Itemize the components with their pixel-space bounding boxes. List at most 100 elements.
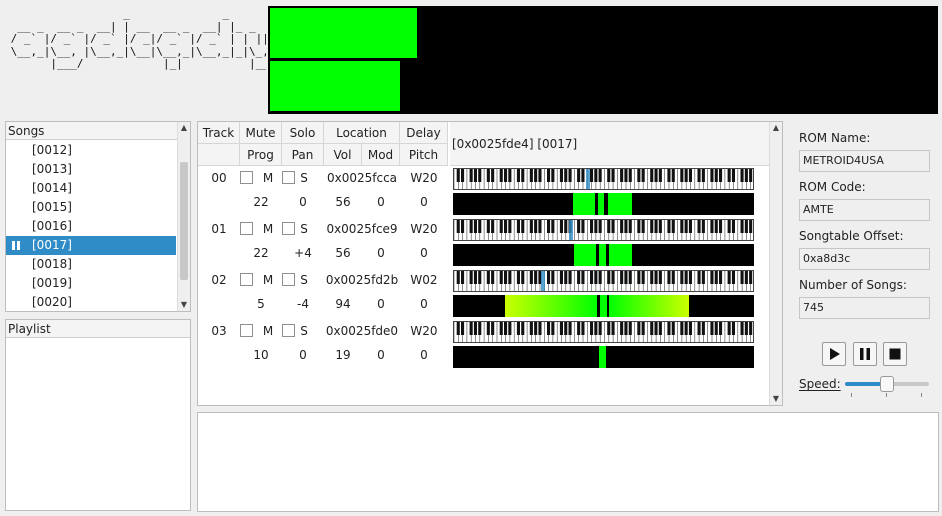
song-list-item[interactable]: [0020] bbox=[6, 293, 176, 312]
col-mod: Mod bbox=[362, 144, 400, 166]
rom-code-field[interactable]: AMTE bbox=[799, 199, 930, 221]
level-segment bbox=[599, 244, 606, 266]
track-mod: 0 bbox=[377, 246, 385, 260]
song-label: [0017] bbox=[32, 238, 72, 252]
track-pan: 0 bbox=[299, 348, 307, 362]
song-count-label: Number of Songs: bbox=[799, 278, 907, 292]
songtable-offset-field[interactable]: 0xa8d3c bbox=[799, 248, 930, 270]
tracker-scrollbar[interactable]: ▲ ▼ bbox=[769, 122, 782, 405]
track-level-meter bbox=[453, 193, 754, 215]
song-label: [0012] bbox=[32, 143, 72, 157]
level-segment bbox=[608, 193, 632, 215]
song-list-item[interactable]: [0014] bbox=[6, 179, 176, 198]
play-icon bbox=[830, 348, 840, 360]
track-number: 00 bbox=[211, 171, 227, 185]
track-mod: 0 bbox=[377, 348, 385, 362]
track-pitch: 0 bbox=[420, 195, 428, 209]
track-pan: 0 bbox=[299, 195, 307, 209]
song-label: [0020] bbox=[32, 295, 72, 309]
app-logo: _ _ __ _ __ _ __| | __ __ _ __| |_ _ _ /… bbox=[10, 8, 266, 70]
level-segment bbox=[599, 346, 606, 368]
song-label: [0018] bbox=[32, 257, 72, 271]
solo-checkbox[interactable] bbox=[282, 273, 295, 286]
mute-checkbox[interactable] bbox=[240, 222, 253, 235]
song-count-field[interactable]: 745 bbox=[799, 297, 930, 319]
col-pitch: Pitch bbox=[400, 144, 448, 166]
col-mute: Mute bbox=[240, 122, 282, 144]
speed-slider-handle[interactable] bbox=[880, 376, 894, 392]
song-list-item[interactable]: [0018] bbox=[6, 255, 176, 274]
mute-label: M bbox=[262, 222, 274, 236]
level-segment bbox=[573, 193, 595, 215]
active-key-marker bbox=[586, 169, 590, 189]
stop-button[interactable] bbox=[883, 342, 907, 366]
level-segment bbox=[609, 295, 689, 317]
track-viewer: Track Mute Solo Location Delay Prog Pan … bbox=[197, 121, 783, 406]
songs-scrollbar[interactable]: ▲ ▼ bbox=[177, 122, 190, 311]
playlist-panel[interactable]: Playlist bbox=[5, 319, 191, 511]
track-prog: 5 bbox=[257, 297, 265, 311]
mute-label: M bbox=[262, 171, 274, 185]
song-list-item[interactable]: [0013] bbox=[6, 160, 176, 179]
stop-icon bbox=[889, 348, 901, 360]
song-list-item[interactable]: [0012] bbox=[6, 141, 176, 160]
scroll-down-icon[interactable]: ▼ bbox=[178, 299, 190, 311]
solo-checkbox[interactable] bbox=[282, 171, 295, 184]
solo-checkbox[interactable] bbox=[282, 324, 295, 337]
col-location: Location bbox=[324, 122, 400, 144]
track-number: 02 bbox=[211, 273, 227, 287]
track-vol: 94 bbox=[335, 297, 351, 311]
songs-list[interactable]: Songs [0012] [0013] [0014] [0015] [0016] [001… bbox=[5, 121, 191, 312]
mute-label: M bbox=[262, 273, 274, 287]
scroll-up-icon[interactable]: ▲ bbox=[178, 122, 190, 134]
track-level-meter bbox=[453, 346, 754, 368]
track-level-meter bbox=[453, 295, 754, 317]
song-label: [0014] bbox=[32, 181, 72, 195]
song-label: [0013] bbox=[32, 162, 72, 176]
track-location: 0x0025fd2b bbox=[325, 273, 399, 287]
solo-checkbox[interactable] bbox=[282, 222, 295, 235]
col-prog: Prog bbox=[240, 144, 282, 166]
log-output[interactable] bbox=[197, 412, 939, 512]
mute-checkbox[interactable] bbox=[240, 324, 253, 337]
scroll-down-icon[interactable]: ▼ bbox=[770, 393, 782, 405]
level-segment bbox=[600, 295, 607, 317]
song-list-item[interactable]: [0015] bbox=[6, 198, 176, 217]
track-mod: 0 bbox=[377, 297, 385, 311]
song-list-item[interactable]: [0016] bbox=[6, 217, 176, 236]
song-list-item[interactable]: [0017] bbox=[6, 236, 176, 255]
track-pitch: 0 bbox=[420, 246, 428, 260]
track-prog: 10 bbox=[253, 348, 269, 362]
track-location: 0x0025fde0 bbox=[325, 324, 399, 338]
slider-tick bbox=[886, 393, 887, 397]
pause-button[interactable] bbox=[853, 342, 877, 366]
active-key-marker bbox=[569, 220, 573, 240]
col-delay: Delay bbox=[400, 122, 448, 144]
track-number: 03 bbox=[211, 324, 227, 338]
piano-keyboard bbox=[453, 270, 754, 292]
solo-label: S bbox=[300, 171, 308, 185]
rom-name-field[interactable]: METROID4USA bbox=[799, 150, 930, 172]
song-list-item[interactable]: [0019] bbox=[6, 274, 176, 293]
track-delay: W20 bbox=[410, 171, 438, 185]
slider-tick bbox=[851, 393, 852, 397]
songs-header: Songs bbox=[6, 122, 190, 140]
mute-checkbox[interactable] bbox=[240, 273, 253, 286]
track-pitch: 0 bbox=[420, 297, 428, 311]
solo-label: S bbox=[300, 273, 308, 287]
position-label: [0x0025fde4] [0017] bbox=[450, 122, 770, 166]
vu-bar-left bbox=[270, 8, 417, 58]
playing-pause-icon bbox=[12, 241, 21, 250]
level-segment bbox=[598, 193, 604, 215]
track-delay: W20 bbox=[410, 222, 438, 236]
active-key-marker bbox=[541, 271, 545, 291]
play-button[interactable] bbox=[822, 342, 846, 366]
scroll-thumb[interactable] bbox=[180, 162, 188, 280]
track-vol: 56 bbox=[335, 246, 351, 260]
scroll-up-icon[interactable]: ▲ bbox=[770, 122, 782, 134]
piano-keyboard bbox=[453, 219, 754, 241]
playlist-header: Playlist bbox=[6, 320, 190, 338]
mute-checkbox[interactable] bbox=[240, 171, 253, 184]
track-mod: 0 bbox=[377, 195, 385, 209]
track-number: 01 bbox=[211, 222, 227, 236]
